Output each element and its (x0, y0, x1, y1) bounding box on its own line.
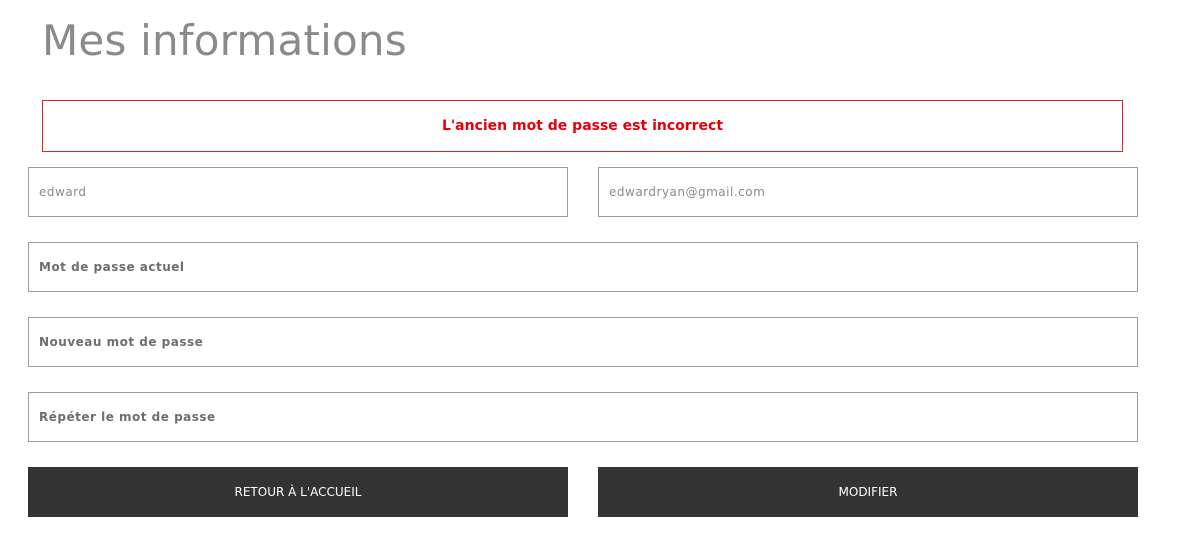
current-password-field (28, 242, 1138, 292)
new-password-field (28, 317, 1138, 367)
modify-label: MODIFIER (838, 485, 898, 499)
back-to-home-button[interactable]: RETOUR À L'ACCUEIL (28, 467, 568, 517)
first-name-input[interactable] (29, 168, 567, 216)
modify-button[interactable]: MODIFIER (598, 467, 1138, 517)
current-password-input[interactable] (29, 243, 1137, 291)
error-message: L'ancien mot de passe est incorrect (441, 118, 724, 134)
page-title: Mes informations (42, 16, 407, 65)
first-name-field (28, 167, 568, 217)
repeat-password-input[interactable] (29, 393, 1137, 441)
email-input[interactable] (599, 168, 1137, 216)
back-to-home-label: RETOUR À L'ACCUEIL (234, 485, 362, 499)
new-password-input[interactable] (29, 318, 1137, 366)
email-field (598, 167, 1138, 217)
error-alert: L'ancien mot de passe est incorrect (42, 100, 1123, 152)
repeat-password-field (28, 392, 1138, 442)
account-info-page: Mes informations L'ancien mot de passe e… (0, 0, 1191, 543)
